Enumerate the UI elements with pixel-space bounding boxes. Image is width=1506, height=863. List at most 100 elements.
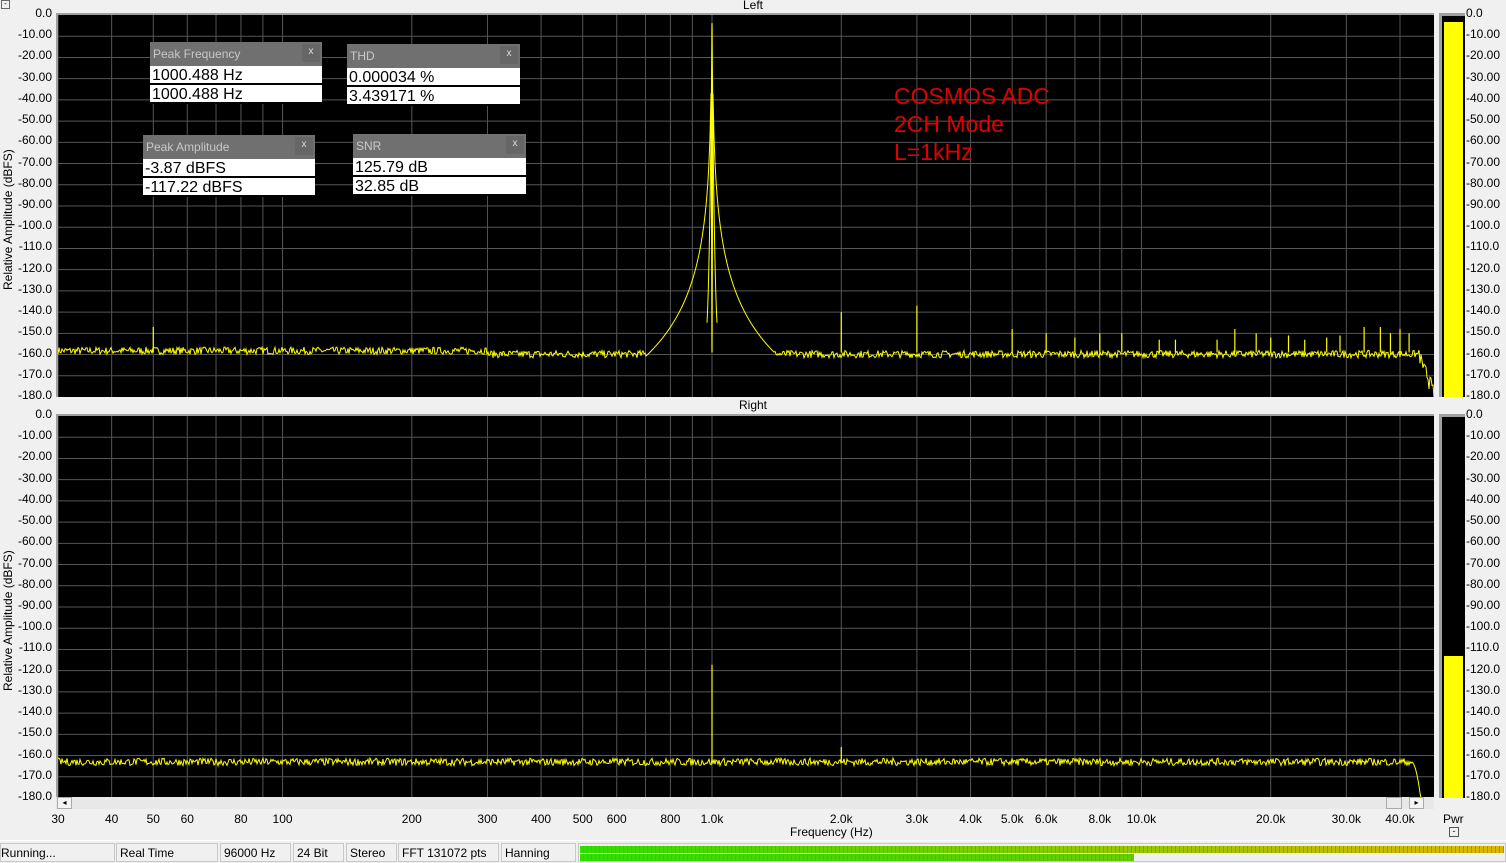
- y-tick-label: -90.00: [17, 598, 52, 612]
- y-tick-label: -170.0: [17, 767, 52, 782]
- meter-tick-label: -130.0: [1466, 281, 1501, 296]
- y-tick-label: -60.00: [17, 133, 52, 148]
- meter-tick-label: -50.00: [1466, 513, 1501, 528]
- meter-tick-label: -10.00: [1466, 428, 1501, 443]
- meter-tick-label: -90.00: [1466, 197, 1501, 211]
- meter-tick-label: -110.0: [1466, 239, 1500, 254]
- meter-tick-label: -180.0: [1466, 388, 1501, 402]
- y-tick-label: -40.00: [17, 90, 52, 105]
- meter-tick-label: -60.00: [1466, 133, 1501, 148]
- x-tick-label: 4.0k: [959, 812, 982, 826]
- status-sample-rate: 96000 Hz: [220, 843, 291, 862]
- meter-collapse-button[interactable]: -: [1449, 827, 1459, 837]
- scroll-right-button[interactable]: ▸: [1409, 797, 1424, 809]
- cpu-meter-bar-bottom: [580, 854, 1135, 861]
- close-icon[interactable]: x: [500, 46, 518, 64]
- meter-tick-label: -30.00: [1466, 470, 1501, 485]
- right-spectrum-plot[interactable]: [56, 414, 1434, 798]
- x-tick-label: 10.0k: [1126, 812, 1157, 826]
- x-tick-label: 1.0k: [700, 812, 724, 826]
- meter-tick-label: -130.0: [1466, 682, 1501, 697]
- meter-tick-label: 0.0: [1466, 6, 1483, 20]
- y-tick-label: -160.0: [17, 746, 52, 761]
- x-tick-label: 800: [660, 812, 681, 826]
- meter-tick-label: -140.0: [1466, 704, 1501, 719]
- x-tick-label: 2.0k: [829, 812, 853, 826]
- x-tick-label: 300: [477, 812, 498, 826]
- y-tick-label: -30.00: [17, 69, 52, 84]
- y-tick-label: -60.00: [17, 534, 52, 549]
- meter-tick-label: -60.00: [1466, 534, 1501, 549]
- y-tick-label: -100.0: [17, 218, 52, 233]
- right-power-meter: [1439, 414, 1465, 798]
- peak-frequency-readout[interactable]: Peak Frequency x 1000.488 Hz 1000.488 Hz: [150, 42, 322, 104]
- y-tick-label: -160.0: [17, 345, 52, 360]
- y-tick-label: 0.0: [35, 407, 52, 421]
- y-tick-label: 0.0: [35, 6, 52, 20]
- x-tick-label: 600: [606, 812, 627, 826]
- status-fft-size: FFT 131072 pts: [398, 843, 499, 862]
- cpu-meter: [578, 843, 1506, 862]
- x-axis-title: Frequency (Hz): [790, 825, 873, 839]
- x-tick-label: 60: [180, 812, 194, 826]
- x-tick-label: 100: [272, 812, 293, 826]
- y-tick-label: -130.0: [17, 682, 52, 697]
- y-tick-label: -20.00: [17, 48, 52, 63]
- close-icon[interactable]: x: [506, 136, 524, 154]
- meter-tick-label: -70.00: [1466, 555, 1501, 570]
- meter-tick-label: -30.00: [1466, 69, 1501, 84]
- meter-tick-label: 0.0: [1466, 407, 1483, 421]
- thd-title: THD: [350, 49, 375, 63]
- y-tick-label: -70.00: [17, 555, 52, 570]
- snr-right: 32.85 dB: [353, 177, 526, 196]
- meter-tick-label: -80.00: [1466, 175, 1501, 190]
- annotation-line: COSMOS ADC: [894, 83, 1050, 109]
- scroll-left-button[interactable]: ◂: [57, 797, 72, 809]
- horizontal-scrollbar[interactable]: ◂ ▸: [56, 797, 1434, 809]
- right-spectrum-svg: [58, 416, 1434, 798]
- thd-left: 0.000034 %: [347, 68, 520, 87]
- meter-tick-label: -100.0: [1466, 218, 1501, 233]
- close-icon[interactable]: x: [295, 137, 313, 155]
- x-tick-label: 400: [531, 812, 552, 826]
- right-channel-title: Right: [738, 398, 767, 412]
- x-tick-label: 30.0k: [1331, 812, 1362, 826]
- y-tick-label: -140.0: [17, 704, 52, 719]
- y-tick-label: -80.00: [17, 576, 52, 591]
- y-tick-label: -70.00: [17, 154, 52, 169]
- x-tick-label: 40: [104, 812, 119, 826]
- thd-right: 3.439171 %: [347, 87, 520, 106]
- y-tick-label: -140.0: [17, 303, 52, 318]
- right-power-meter-fill: [1444, 656, 1463, 798]
- y-tick-label: -180.0: [17, 388, 52, 402]
- y-tick-label: -120.0: [17, 661, 52, 676]
- annotation-line: L=1kHz: [894, 139, 973, 165]
- peak-frequency-right: 1000.488 Hz: [150, 85, 322, 104]
- status-bit-depth: 24 Bit: [293, 843, 344, 862]
- status-mode: Real Time: [116, 843, 218, 862]
- peak-amplitude-readout[interactable]: Peak Amplitude x -3.87 dBFS -117.22 dBFS: [143, 135, 315, 197]
- snr-readout[interactable]: SNR x 125.79 dB 32.85 dB: [353, 134, 526, 196]
- status-window: Hanning: [501, 843, 576, 862]
- status-channels: Stereo: [346, 843, 397, 862]
- y-tick-label: -180.0: [17, 789, 52, 803]
- x-tick-label: 3.0k: [905, 812, 929, 826]
- meter-tick-label: -140.0: [1466, 303, 1501, 318]
- meter-tick-label: -150.0: [1466, 725, 1501, 740]
- meter-tick-label: -180.0: [1466, 789, 1501, 803]
- thd-readout[interactable]: THD x 0.000034 % 3.439171 %: [347, 44, 520, 106]
- scrollbar-thumb[interactable]: [1386, 797, 1402, 809]
- y-tick-label: -110.0: [18, 640, 52, 655]
- meter-tick-label: -90.00: [1466, 598, 1501, 612]
- close-icon[interactable]: x: [302, 44, 320, 62]
- y-tick-label: -40.00: [17, 491, 52, 506]
- meter-tick-label: -20.00: [1466, 449, 1501, 464]
- peak-amplitude-title: Peak Amplitude: [146, 140, 230, 154]
- meter-tick-label: -50.00: [1466, 112, 1501, 127]
- y-tick-label: -20.00: [17, 449, 52, 464]
- y-tick-label: -100.0: [17, 619, 52, 634]
- peak-frequency-title: Peak Frequency: [153, 47, 241, 61]
- meter-tick-label: -170.0: [1466, 767, 1501, 782]
- snr-title: SNR: [356, 139, 382, 153]
- meter-tick-label: -70.00: [1466, 154, 1501, 169]
